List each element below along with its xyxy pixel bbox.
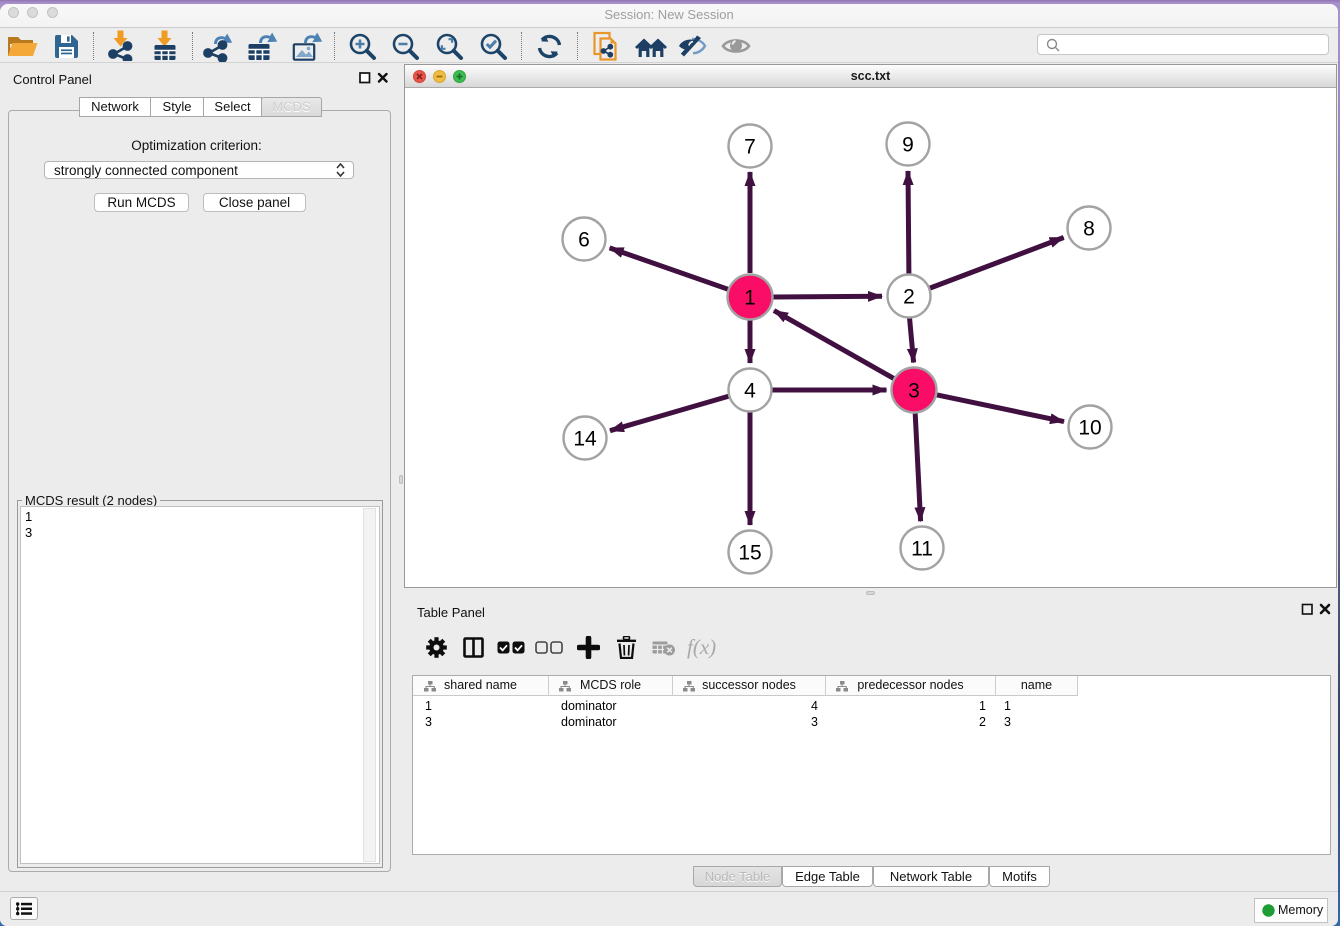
svg-text:4: 4 [744, 380, 756, 403]
svg-text:9: 9 [902, 134, 914, 157]
svg-text:1: 1 [744, 287, 756, 310]
svg-text:14: 14 [573, 428, 597, 451]
svg-text:8: 8 [1083, 218, 1095, 241]
svg-text:10: 10 [1078, 417, 1101, 440]
svg-text:11: 11 [911, 538, 933, 561]
svg-text:3: 3 [908, 380, 920, 403]
svg-text:6: 6 [578, 229, 590, 252]
svg-text:15: 15 [738, 542, 761, 565]
svg-text:2: 2 [903, 286, 915, 309]
svg-text:7: 7 [744, 136, 756, 159]
